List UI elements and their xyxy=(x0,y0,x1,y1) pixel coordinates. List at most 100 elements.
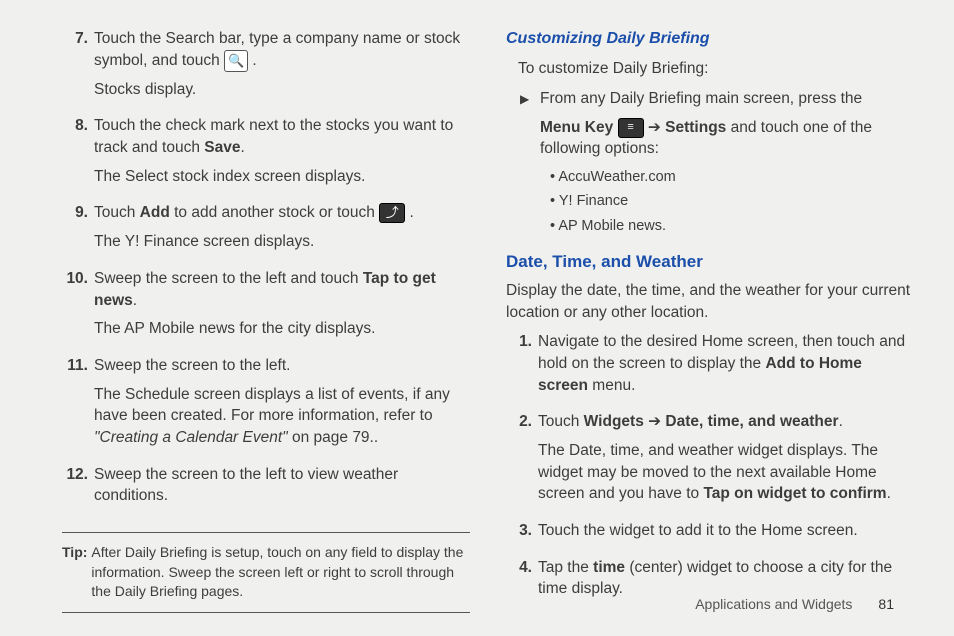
bold-text: Tap on widget to confirm xyxy=(703,485,886,502)
text-run: menu. xyxy=(588,377,635,394)
text-run: Touch xyxy=(94,204,140,221)
option-bullet: Y! Finance xyxy=(550,191,914,211)
tip-text: After Daily Briefing is setup, touch on … xyxy=(91,543,470,602)
customizing-step: ▶ From any Daily Briefing main screen, p… xyxy=(506,88,914,240)
dtw-intro: Display the date, the time, and the weat… xyxy=(506,280,914,323)
text-run: Touch the widget to add it to the Home s… xyxy=(538,522,858,539)
paragraph: The AP Mobile news for the city displays… xyxy=(94,318,470,340)
paragraph: Sweep the screen to the left to view wea… xyxy=(94,464,470,507)
text-run: The Select stock index screen displays. xyxy=(94,168,365,185)
list-item-body: Touch the Search bar, type a company nam… xyxy=(94,28,470,107)
list-item: 2.Touch Widgets ➔ Date, time, and weathe… xyxy=(506,411,914,512)
list-item-body: Touch the check mark next to the stocks … xyxy=(94,115,470,194)
triangle-bullet-icon: ▶ xyxy=(520,88,540,240)
paragraph: Touch the check mark next to the stocks … xyxy=(94,115,470,158)
list-item-body: Sweep the screen to the left and touch T… xyxy=(94,268,470,347)
list-item: 11.Sweep the screen to the left. The Sche… xyxy=(62,355,470,456)
paragraph: Touch the Search bar, type a company nam… xyxy=(94,28,470,72)
text-run: . xyxy=(248,52,257,69)
bold-text: Widgets xyxy=(584,413,644,430)
text-run: Tap the xyxy=(538,559,593,576)
bold-text: Add xyxy=(140,204,170,221)
list-item: 9.Touch Add to add another stock or touc… xyxy=(62,202,470,259)
list-item-body: Touch the widget to add it to the Home s… xyxy=(538,520,914,549)
list-item-number: 2. xyxy=(506,411,538,512)
text-run: Sweep the screen to the left to view wea… xyxy=(94,466,398,505)
text-run: ➔ xyxy=(644,119,666,136)
text-run: Stocks display. xyxy=(94,81,196,98)
text-run: . xyxy=(405,204,414,221)
list-item: 3.Touch the widget to add it to the Home… xyxy=(506,520,914,549)
tip-block: Tip: After Daily Briefing is setup, touc… xyxy=(62,543,470,602)
footer-section: Applications and Widgets xyxy=(695,596,852,612)
list-item-body: Touch Widgets ➔ Date, time, and weather.… xyxy=(538,411,914,512)
paragraph: Sweep the screen to the left. xyxy=(94,355,470,377)
option-bullet: AccuWeather.com xyxy=(550,167,914,187)
text-run: The Y! Finance screen displays. xyxy=(94,233,314,250)
list-item: 7.Touch the Search bar, type a company n… xyxy=(62,28,470,107)
text-run: ➔ xyxy=(644,413,666,430)
text-run: The Schedule screen displays a list of e… xyxy=(94,386,450,425)
paragraph: Touch Add to add another stock or touch … xyxy=(94,202,470,224)
text-run: to add another stock or touch xyxy=(170,204,379,221)
list-item: 12.Sweep the screen to the left to view … xyxy=(62,464,470,514)
list-item: 10.Sweep the screen to the left and touc… xyxy=(62,268,470,347)
bold-text: Save xyxy=(204,139,240,156)
left-column: 7.Touch the Search bar, type a company n… xyxy=(40,28,470,606)
list-item-body: Navigate to the desired Home screen, the… xyxy=(538,331,914,403)
text-run: on page 79.. xyxy=(288,429,379,446)
menu-icon: ≡ xyxy=(618,118,644,138)
list-item-number: 4. xyxy=(506,557,538,607)
text-run: From any Daily Briefing main screen, pre… xyxy=(540,90,862,107)
divider-bottom xyxy=(62,612,470,613)
dtw-heading: Date, Time, and Weather xyxy=(506,250,914,274)
list-item-number: 1. xyxy=(506,331,538,403)
paragraph: The Select stock index screen displays. xyxy=(94,166,470,188)
left-ordered-list: 7.Touch the Search bar, type a company n… xyxy=(62,28,470,514)
text-run: . xyxy=(839,413,843,430)
paragraph: Touch Widgets ➔ Date, time, and weather. xyxy=(538,411,914,433)
right-column: Customizing Daily Briefing To customize … xyxy=(496,28,914,606)
paragraph: Touch the widget to add it to the Home s… xyxy=(538,520,914,542)
customizing-step-body: From any Daily Briefing main screen, pre… xyxy=(540,88,914,240)
customizing-options-list: AccuWeather.com Y! Finance AP Mobile news. xyxy=(540,167,914,236)
list-item: 8.Touch the check mark next to the stock… xyxy=(62,115,470,194)
text-run: Sweep the screen to the left and touch xyxy=(94,270,363,287)
list-item-number: 11. xyxy=(62,355,94,456)
dtw-ordered-list: 1.Navigate to the desired Home screen, t… xyxy=(506,331,914,607)
list-item-number: 10. xyxy=(62,268,94,347)
paragraph: Sweep the screen to the left and touch T… xyxy=(94,268,470,311)
divider-top xyxy=(62,532,470,533)
list-item-body: Sweep the screen to the left to view wea… xyxy=(94,464,470,514)
customizing-heading: Customizing Daily Briefing xyxy=(506,28,914,50)
bold-text: Date, time, and weather xyxy=(665,413,838,430)
tip-label: Tip: xyxy=(62,543,87,602)
list-item-body: Touch Add to add another stock or touch … xyxy=(94,202,470,259)
paragraph: The Schedule screen displays a list of e… xyxy=(94,384,470,449)
paragraph: The Y! Finance screen displays. xyxy=(94,231,470,253)
list-item-number: 9. xyxy=(62,202,94,259)
search-icon: 🔍 xyxy=(224,50,248,72)
customizing-step-line1: From any Daily Briefing main screen, pre… xyxy=(540,88,914,110)
option-bullet: AP Mobile news. xyxy=(550,216,914,236)
text-run: The AP Mobile news for the city displays… xyxy=(94,320,375,337)
paragraph: Tap the time (center) widget to choose a… xyxy=(538,557,914,600)
bold-text: Settings xyxy=(665,119,726,136)
list-item-body: Sweep the screen to the left. The Schedul… xyxy=(94,355,470,456)
page-footer: Applications and Widgets 81 xyxy=(695,596,894,612)
text-run: . xyxy=(887,485,891,502)
text-run: . xyxy=(133,292,137,309)
customizing-intro: To customize Daily Briefing: xyxy=(506,58,914,80)
list-item-number: 3. xyxy=(506,520,538,549)
text-run: Sweep the screen to the left. xyxy=(94,357,290,374)
bold-text: Menu Key xyxy=(540,119,613,136)
paragraph: The Date, time, and weather widget displ… xyxy=(538,440,914,505)
customizing-step-line2: Menu Key ≡ ➔ Settings and touch one of t… xyxy=(540,117,914,160)
list-item-number: 8. xyxy=(62,115,94,194)
list-item-number: 7. xyxy=(62,28,94,107)
text-run: . xyxy=(241,139,245,156)
text-run: Touch the Search bar, type a company nam… xyxy=(94,30,460,69)
bold-text: time xyxy=(593,559,625,576)
footer-page-number: 81 xyxy=(878,596,894,612)
return-icon: ⤴ xyxy=(379,203,405,223)
